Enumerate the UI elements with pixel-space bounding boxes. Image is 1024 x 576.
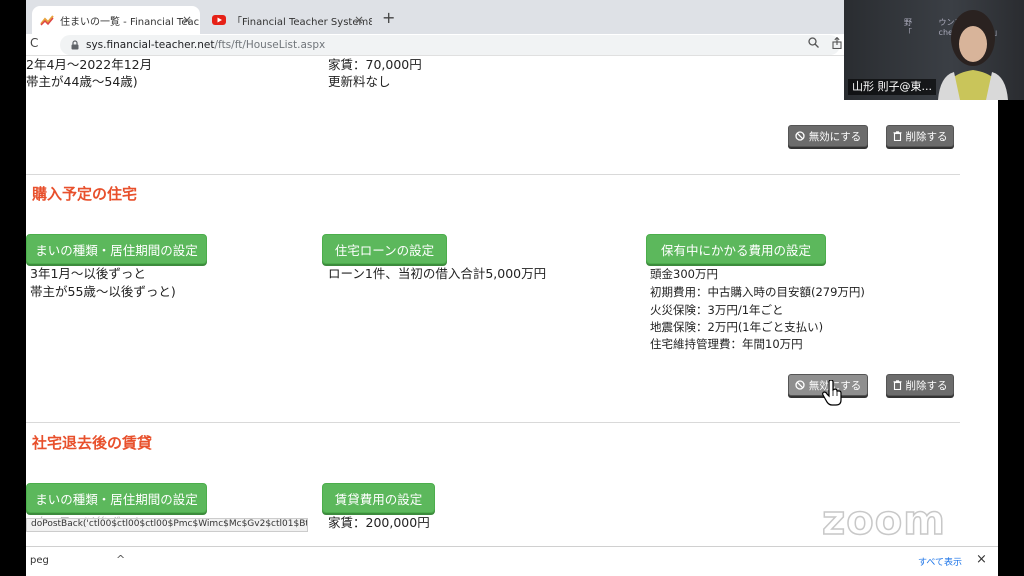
cost-item: 頭金300万円 <box>650 267 718 281</box>
ban-icon <box>795 380 805 390</box>
disable-button[interactable]: 無効にする <box>788 125 868 147</box>
close-download-bar-icon[interactable]: × <box>976 552 987 567</box>
show-all-downloads-link[interactable]: すべて表示 <box>918 555 962 568</box>
download-item[interactable]: peg <box>30 555 49 566</box>
cost-item: 地震保険：2万円(1年ごと支払い) <box>650 320 824 334</box>
current-housing-age-range: 帯主が44歳〜54歳) <box>26 74 138 89</box>
tab-youtube[interactable]: 「Financial Teacher System8」 × <box>204 6 372 34</box>
participant-avatar <box>938 10 1008 100</box>
trash-icon <box>893 380 901 390</box>
rent-settings-button[interactable]: 賃貸費用の設定 <box>322 483 435 513</box>
cost-item: 住宅維持管理費：年間10万円 <box>650 337 803 351</box>
chart-favicon-icon <box>40 15 54 26</box>
section-title-rental: 社宅退去後の賃貸 <box>32 434 153 452</box>
address-bar[interactable]: sys.financial-teacher.net/fts/ft/HouseLi… <box>60 35 840 55</box>
disable-button-label: 無効にする <box>808 130 862 143</box>
section-title-purchase: 購入予定の住宅 <box>32 185 138 203</box>
download-bar: peg ^ すべて表示 × <box>26 546 998 576</box>
youtube-favicon-icon <box>212 15 226 25</box>
rental-rent: 家賃：200,000円 <box>328 515 430 530</box>
new-tab-button[interactable]: + <box>382 8 395 27</box>
loan-summary: ローン1件、当初の借入合計5,000万円 <box>328 266 547 281</box>
ownership-costs-button[interactable]: 保有中にかかる費用の設定 <box>646 234 826 264</box>
link-status-bar: doPostBack('ctl00$ctl00$ctl00$Pmc$Wimc$M… <box>26 518 308 532</box>
participant-video-tile: 野 ウンソフト 「 cher System8」 山形 則子@東... <box>844 0 1024 100</box>
cost-item: 火災保険：3万円/1年ごと <box>650 303 784 317</box>
tab-house-list[interactable]: 住まいの一覧 - Financial Teacher × <box>32 6 200 34</box>
delete-button[interactable]: 削除する <box>886 374 954 396</box>
trash-icon <box>893 131 901 141</box>
lock-icon <box>71 40 79 50</box>
current-rent: 家賃：70,000円 <box>328 57 422 72</box>
close-tab-icon[interactable]: × <box>354 13 364 27</box>
cost-item: 初期費用：中古購入時の目安額(279万円) <box>650 285 865 299</box>
purchase-age-range: 帯主が55歳〜以後ずっと) <box>30 284 176 299</box>
tab-label: 「Financial Teacher System8」 <box>232 16 372 28</box>
zoom-watermark-logo: zoom <box>821 497 946 545</box>
house-list-page: 2年4月〜2022年12月 帯主が44歳〜54歳) 家賃：70,000円 更新料… <box>26 56 998 546</box>
housing-type-period-button[interactable]: まいの種類・居住期間の設定 <box>26 234 207 264</box>
divider <box>26 422 960 423</box>
current-housing-period: 2年4月〜2022年12月 <box>26 57 153 72</box>
mortgage-settings-button[interactable]: 住宅ローンの設定 <box>322 234 447 264</box>
share-icon[interactable] <box>832 37 842 49</box>
divider <box>26 174 960 175</box>
delete-button[interactable]: 削除する <box>886 125 954 147</box>
delete-button-label: 削除する <box>905 130 948 143</box>
hand-cursor-icon <box>822 380 842 406</box>
reload-icon[interactable]: C <box>30 36 38 50</box>
housing-type-period-button[interactable]: まいの種類・居住期間の設定 <box>26 483 207 513</box>
ban-icon <box>795 131 805 141</box>
participant-name-label: 山形 則子@東... <box>848 79 936 95</box>
close-tab-icon[interactable]: × <box>182 13 192 27</box>
url-path: /fts/ft/HouseList.aspx <box>214 39 326 51</box>
current-renewal-fee: 更新料なし <box>328 74 391 89</box>
tab-label: 住まいの一覧 - Financial Teacher <box>60 16 200 28</box>
purchase-period: 3年1月〜以後ずっと <box>30 266 146 281</box>
url-host: sys.financial-teacher.net <box>86 39 215 51</box>
delete-button-label: 削除する <box>905 379 948 392</box>
chevron-up-icon[interactable]: ^ <box>116 553 125 566</box>
zoom-magnifier-icon[interactable] <box>808 37 819 48</box>
